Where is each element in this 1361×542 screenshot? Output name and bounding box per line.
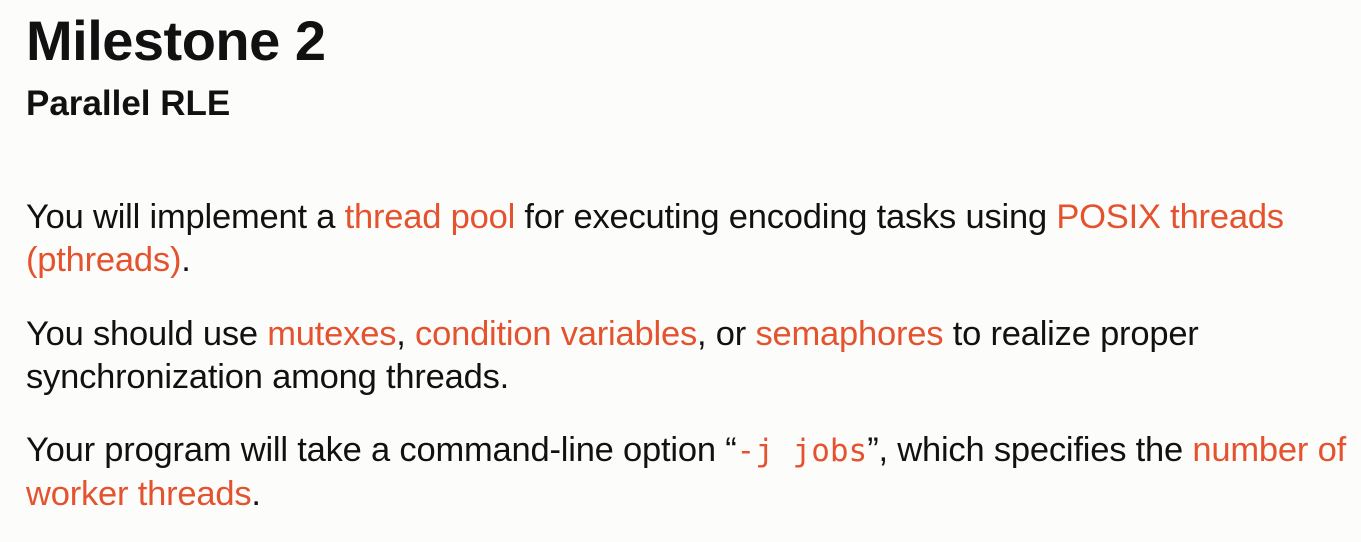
paragraph-text: , or: [697, 315, 756, 353]
highlight-thread-pool: thread pool: [344, 198, 516, 236]
slide-title: Milestone 2: [26, 9, 326, 72]
paragraph-text: Your program will take a command-line op…: [26, 431, 737, 469]
paragraph-text: .: [251, 475, 261, 513]
paragraph-command-line-option: Your program will take a command-line op…: [26, 429, 1346, 516]
paragraph-text: for executing encoding tasks using: [515, 198, 1057, 236]
paragraph-text: You will implement a: [26, 198, 345, 236]
paragraph-text: ”, which specifies the: [867, 431, 1193, 469]
highlight-mutexes: mutexes: [267, 315, 397, 353]
paragraph-text: .: [181, 241, 191, 279]
paragraph-text: You should use: [26, 315, 268, 353]
highlight-condition-variables: condition variables: [415, 315, 698, 353]
slide-subtitle: Parallel RLE: [26, 84, 231, 123]
paragraph-text: ,: [396, 315, 416, 353]
highlight-semaphores: semaphores: [755, 315, 944, 353]
slide: Milestone 2 Parallel RLE You will implem…: [0, 0, 1361, 542]
paragraph-synchronization: You should use mutexes, condition variab…: [26, 313, 1346, 399]
code-jobs-option: -j jobs: [736, 433, 868, 469]
paragraph-thread-pool: You will implement a thread pool for exe…: [26, 196, 1346, 282]
